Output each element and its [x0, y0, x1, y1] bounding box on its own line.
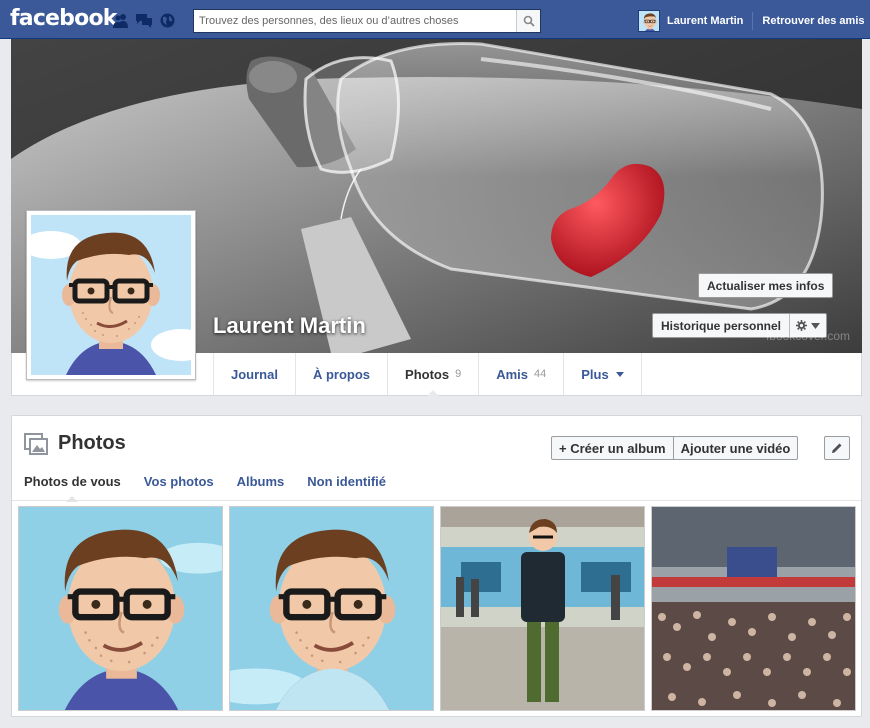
tab-photos[interactable]: Photos 9: [387, 353, 478, 396]
profile-tabs: Journal À propos Photos 9 Amis 44 Plus: [213, 353, 642, 396]
chevron-down-icon: [615, 371, 624, 377]
add-video-button[interactable]: Ajouter une vidéo: [673, 436, 799, 460]
photo-count: 9: [455, 368, 462, 380]
search-button[interactable]: [516, 10, 540, 32]
edit-button[interactable]: [824, 436, 850, 460]
search-bar[interactable]: Trouvez des personnes, des lieux ou d’au…: [193, 9, 541, 33]
find-friends-link[interactable]: Retrouver des amis: [762, 15, 864, 27]
subtab-untagged[interactable]: Non identifié: [307, 474, 386, 489]
tab-label: Amis: [496, 366, 529, 382]
photos-actions: + Créer un album Ajouter une vidéo: [551, 436, 799, 460]
divider: [12, 500, 861, 501]
notification-jewels: [113, 13, 175, 28]
subtab-photos-of-you[interactable]: Photos de vous: [24, 474, 121, 502]
tab-label: Journal: [231, 366, 278, 382]
tab-label: Plus: [581, 366, 609, 382]
photo-thumbnail[interactable]: [651, 506, 856, 711]
tab-label: À propos: [312, 366, 371, 382]
tab-friends[interactable]: Amis 44: [478, 353, 563, 395]
photo-thumbnail[interactable]: [18, 506, 223, 711]
friend-requests-icon[interactable]: [113, 13, 129, 28]
tab-about[interactable]: À propos: [294, 353, 387, 395]
pencil-icon: [832, 443, 842, 453]
subtab-your-photos[interactable]: Vos photos: [144, 474, 214, 489]
avatar: [31, 215, 191, 375]
user-name-link[interactable]: Laurent Martin: [667, 15, 743, 27]
photo-thumbnail[interactable]: [229, 506, 434, 711]
messages-icon[interactable]: [136, 13, 152, 28]
tab-label: Photos: [405, 366, 450, 382]
photo-thumbnail[interactable]: [440, 506, 645, 711]
friend-count: 44: [534, 368, 547, 380]
activity-log-label: Historique personnel: [661, 318, 782, 333]
photos-title: Photos: [58, 432, 126, 454]
tab-journal[interactable]: Journal: [213, 353, 295, 395]
create-album-button[interactable]: + Créer un album: [551, 436, 674, 460]
profile-name: Laurent Martin: [213, 313, 366, 338]
photo-grid: [18, 506, 856, 711]
photos-subtabs: Photos de vous Vos photos Albums Non ide…: [24, 474, 386, 502]
photos-panel: Photos + Créer un album Ajouter une vidé…: [11, 415, 862, 717]
top-bar: facebook Trouvez des personnes, des lieu…: [0, 0, 870, 39]
search-input[interactable]: Trouvez des personnes, des lieux ou d’au…: [194, 10, 516, 32]
update-info-button[interactable]: Actualiser mes infos: [698, 273, 834, 298]
photos-header: Photos: [24, 432, 126, 455]
tab-more[interactable]: Plus: [563, 353, 642, 395]
search-icon: [523, 15, 535, 27]
user-avatar[interactable]: [638, 10, 660, 32]
chevron-down-icon: [811, 322, 821, 329]
facebook-logo[interactable]: facebook: [10, 6, 117, 31]
notifications-globe-icon[interactable]: [159, 13, 175, 28]
subtab-albums[interactable]: Albums: [237, 474, 285, 489]
cover-watermark: fbookcover.com: [765, 329, 850, 343]
user-nav: Laurent Martin Retrouver des amis: [638, 10, 865, 32]
nav-separator: [752, 12, 754, 30]
profile-picture[interactable]: [26, 210, 196, 380]
photos-icon: [24, 432, 48, 455]
